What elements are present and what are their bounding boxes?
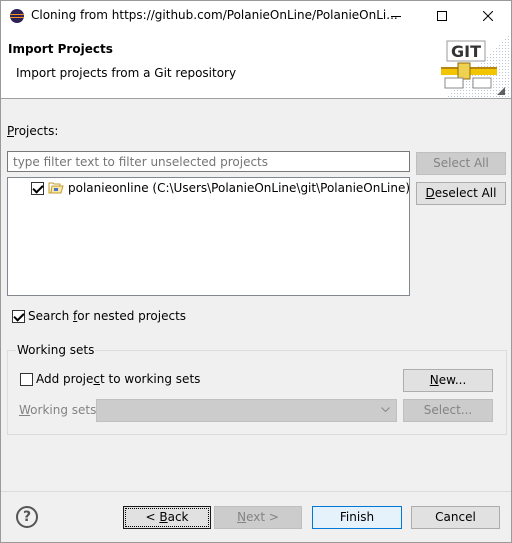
project-checkbox[interactable]: [31, 182, 44, 195]
nested-projects-checkbox[interactable]: [12, 310, 25, 323]
folder-icon: [48, 182, 64, 194]
wizard-banner: Import Projects Import projects from a G…: [1, 31, 511, 99]
working-sets-group: [7, 350, 507, 435]
new-working-set-button[interactable]: New...: [403, 369, 493, 392]
minimize-icon: [391, 16, 401, 17]
add-to-working-sets-label[interactable]: Add project to working sets: [36, 372, 200, 386]
project-list[interactable]: polanieonline (C:\Users\PolanieOnLine\gi…: [7, 177, 410, 296]
project-filter-input[interactable]: [7, 151, 410, 172]
window-title: Cloning from https://github.com/PolanieO…: [31, 8, 398, 22]
svg-text:GIT: GIT: [451, 42, 481, 61]
page-description: Import projects from a Git repository: [16, 66, 237, 80]
maximize-icon: [437, 11, 447, 21]
working-sets-group-label: Working sets: [16, 343, 96, 357]
add-to-working-sets-checkbox[interactable]: [20, 373, 33, 386]
cancel-button[interactable]: Cancel: [411, 506, 500, 529]
title-bar[interactable]: Cloning from https://github.com/PolanieO…: [1, 1, 511, 31]
nested-projects-label[interactable]: Search for nested projects: [28, 309, 186, 323]
working-sets-label: Working sets:: [19, 403, 101, 417]
import-projects-dialog: Cloning from https://github.com/PolanieO…: [0, 0, 512, 543]
close-icon: [483, 11, 493, 21]
eclipse-app-icon: [10, 9, 24, 23]
help-icon[interactable]: ?: [16, 506, 38, 528]
select-working-sets-button[interactable]: Select...: [403, 399, 493, 422]
minimize-button[interactable]: [373, 1, 419, 31]
close-button[interactable]: [465, 1, 511, 31]
maximize-button[interactable]: [419, 1, 465, 31]
projects-label: Projects:: [7, 124, 59, 138]
back-button[interactable]: < Back: [123, 506, 211, 529]
chevron-down-icon: [381, 407, 390, 413]
git-logo-icon: GIT: [441, 33, 511, 97]
deselect-all-button[interactable]: Deselect All: [416, 182, 506, 205]
project-item-label: polanieonline (C:\Users\PolanieOnLine\gi…: [68, 181, 411, 195]
page-title: Import Projects: [8, 42, 113, 56]
working-sets-combo[interactable]: [96, 399, 397, 422]
list-item[interactable]: polanieonline (C:\Users\PolanieOnLine\gi…: [8, 178, 411, 198]
finish-button[interactable]: Finish: [312, 506, 402, 529]
footer-separator: [1, 491, 511, 492]
select-all-button[interactable]: Select All: [416, 152, 506, 175]
next-button[interactable]: Next >: [214, 506, 302, 529]
